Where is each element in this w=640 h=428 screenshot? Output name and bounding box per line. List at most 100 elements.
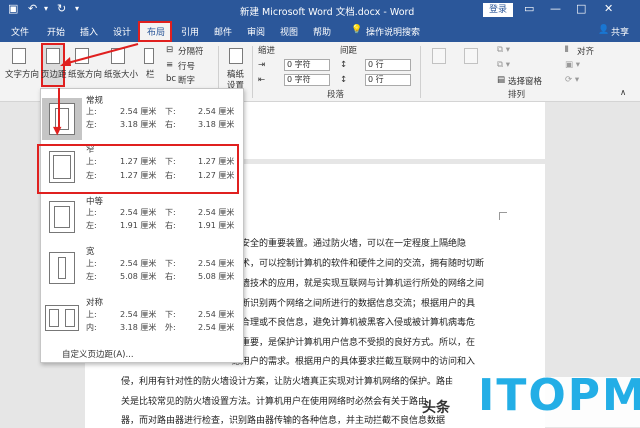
position-icon[interactable] — [432, 48, 446, 64]
spacing-before-input[interactable]: 0 行 — [365, 59, 411, 71]
label-outside: 外: — [165, 323, 176, 332]
selection-pane-button[interactable]: 选择窗格 — [508, 75, 542, 87]
value-inside: 3.18 厘米 — [120, 323, 157, 332]
ribbon-display-icon[interactable]: ▭ — [524, 2, 534, 15]
label-left: 左: — [86, 221, 97, 230]
tell-me-search[interactable]: 操作说明搜索 — [366, 25, 420, 38]
doc-line: 关是比较常见的防火墙设置方法。计算机用户在使用网络时必然会有关于路由 — [121, 397, 428, 407]
watermark-source: 头条 — [422, 400, 450, 416]
tab-review[interactable]: 审阅 — [247, 25, 265, 38]
option-name: 宽 — [86, 247, 95, 257]
tab-mailings[interactable]: 邮件 — [214, 25, 232, 38]
tab-home[interactable]: 开始 — [47, 25, 65, 38]
doc-line: 不合理或不良信息，避免计算机被黑客入侵或被计算机病毒危 — [232, 318, 476, 328]
indent-label: 缩进 — [258, 46, 276, 56]
maximize-icon[interactable]: □ — [576, 2, 586, 15]
person-icon: 👤 — [598, 25, 610, 35]
indent-left-input[interactable]: 0 字符 — [284, 59, 330, 71]
bring-forward-icon[interactable]: ⧉ ▾ — [497, 45, 510, 55]
doc-line: 技术，可以控制计算机的软件和硬件之间的交流，拥有随时切断 — [232, 259, 485, 269]
tab-file[interactable]: 文件 — [11, 25, 29, 38]
label-right: 右: — [165, 120, 176, 129]
tab-help[interactable]: 帮助 — [313, 25, 331, 38]
breaks-icon: ⊟ — [166, 45, 174, 55]
login-button[interactable]: 登录 — [483, 3, 513, 17]
window-title: 新建 Microsoft Word 文档.docx - Word — [240, 7, 415, 18]
hyphenation-icon: bc — [166, 74, 177, 84]
doc-line: 判断识别两个网络之间所进行的数据信息交流；根据用户的具 — [232, 299, 476, 309]
doc-line: 侵，利用有针对性的防火墙设计方案，让防火墙真正实现对计算机网络的保护。路由 — [121, 377, 455, 387]
line-numbers-button[interactable]: 行号 — [178, 60, 195, 72]
tab-design[interactable]: 设计 — [113, 25, 131, 38]
spacing-label: 间距 — [340, 46, 358, 56]
value-bottom: 2.54 厘米 — [198, 259, 235, 268]
value-left: 5.08 厘米 — [120, 272, 157, 281]
value-bottom: 2.54 厘米 — [198, 107, 235, 116]
indent-left-icon: ⇥ — [258, 60, 266, 70]
label-right: 右: — [165, 272, 176, 281]
arrange-group-label: 排列 — [508, 90, 526, 100]
margins-icon[interactable] — [46, 48, 60, 64]
tab-view[interactable]: 视图 — [280, 25, 298, 38]
value-right: 3.18 厘米 — [198, 120, 235, 129]
narrow-option-highlight — [37, 144, 239, 194]
page-corner-mark — [499, 212, 507, 220]
align-button[interactable]: 对齐 — [577, 45, 594, 57]
label-bottom: 下: — [165, 208, 176, 217]
tab-references[interactable]: 引用 — [181, 25, 199, 38]
customize-qat-icon[interactable]: ▾ — [75, 4, 79, 13]
undo-dropdown-icon[interactable]: ▾ — [44, 4, 48, 13]
doc-line: 虑用户的需求。根据用户的具体要求拦截互联网中的访问和入 — [232, 357, 476, 367]
watermark-logo: ITOPM — [478, 370, 640, 421]
send-backward-icon[interactable]: ⧉ ▾ — [497, 60, 510, 70]
ribbon-tabs: 文件 开始 插入 设计 布局 引用 邮件 审阅 视图 帮助 💡 操作说明搜索 👤… — [0, 20, 640, 42]
margin-wide-icon — [49, 252, 75, 284]
text-direction-icon[interactable] — [12, 48, 26, 64]
value-right: 5.08 厘米 — [198, 272, 235, 281]
value-bottom: 2.54 厘米 — [198, 310, 235, 319]
layout-tab-highlight — [138, 21, 172, 42]
breaks-button[interactable]: 分隔符 — [178, 45, 204, 57]
ribbon-separator — [420, 46, 421, 98]
doc-line: 器，而对路由器进行检查，识别路由器传输的各种信息，并主动拦截不良信息数据 — [121, 416, 446, 426]
margin-moderate-icon — [49, 201, 75, 233]
align-icon: ⫴ — [565, 45, 569, 55]
save-icon[interactable]: ▣ — [8, 2, 18, 15]
spacing-after-input[interactable]: 0 行 — [365, 74, 411, 86]
label-top: 上: — [86, 107, 97, 116]
arrow-to-layout-tab — [60, 43, 139, 66]
label-left: 左: — [86, 120, 97, 129]
minimize-icon[interactable]: — — [550, 2, 561, 15]
wrap-text-icon[interactable] — [464, 48, 478, 64]
ribbon-separator — [252, 46, 253, 98]
margin-mirrored-icon — [45, 305, 79, 331]
value-bottom: 2.54 厘米 — [198, 208, 235, 217]
draft-paper-icon[interactable] — [229, 48, 243, 64]
tab-insert[interactable]: 插入 — [80, 25, 98, 38]
paragraph-group-label: 段落 — [327, 90, 345, 100]
close-icon[interactable]: ✕ — [604, 2, 613, 15]
option-name: 中等 — [86, 197, 104, 207]
text-direction-button[interactable]: 文字方向 — [5, 68, 39, 80]
undo-icon[interactable]: ↶ — [28, 2, 37, 15]
title-bar: ▣ ↶ ▾ ↻ ▾ 新建 Microsoft Word 文档.docx - Wo… — [0, 0, 640, 20]
value-top: 2.54 厘米 — [120, 310, 157, 319]
group-icon[interactable]: ▣ ▾ — [565, 60, 580, 70]
rotate-icon[interactable]: ⟳ ▾ — [565, 75, 579, 85]
option-name: 常规 — [86, 96, 104, 106]
label-top: 上: — [86, 259, 97, 268]
hyphenation-button[interactable]: 断字 — [178, 74, 195, 86]
arrow-down-line — [58, 88, 60, 128]
redo-icon[interactable]: ↻ — [57, 2, 66, 15]
label-top: 上: — [86, 208, 97, 217]
spacing-after-icon: ↕ — [340, 75, 348, 85]
indent-right-input[interactable]: 0 字符 — [284, 74, 330, 86]
collapse-ribbon-icon[interactable]: ∧ — [620, 88, 626, 98]
value-left: 3.18 厘米 — [120, 120, 157, 129]
share-button[interactable]: 共享 — [611, 25, 629, 38]
doc-line: 火墙技术的应用，就是实现互联网与计算机运行所处的网络之间 — [232, 279, 485, 289]
label-left: 左: — [86, 272, 97, 281]
indent-right-icon: ⇤ — [258, 75, 266, 85]
custom-margins-link[interactable]: 自定义页边距(A)... — [62, 348, 134, 360]
label-right: 右: — [165, 221, 176, 230]
